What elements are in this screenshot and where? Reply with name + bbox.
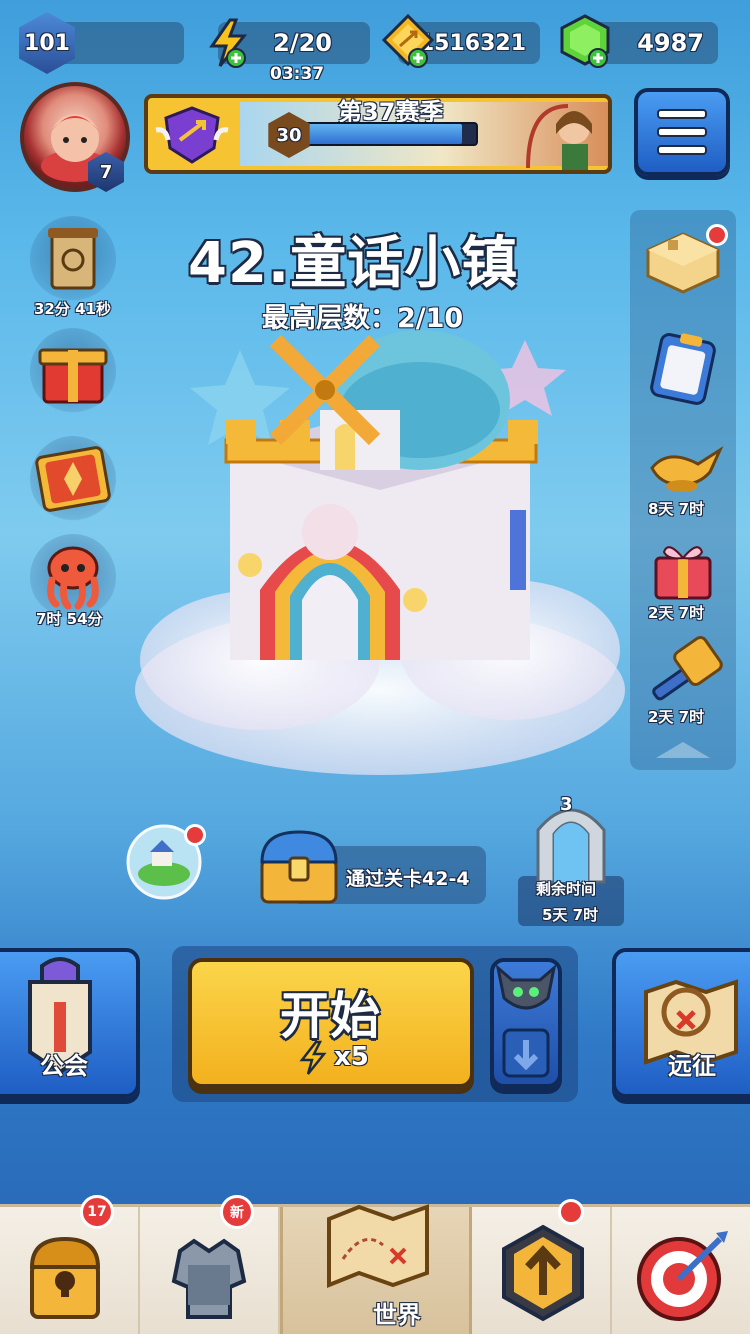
nav-armor[interactable]: 新 bbox=[140, 1195, 280, 1334]
portal-event-button[interactable]: 3 剩余时间 5天 7时 bbox=[518, 790, 624, 926]
octopus-timer: 7时 54分 bbox=[36, 610, 103, 628]
hammer-event-timer: 2天 7时 bbox=[648, 708, 705, 726]
energy-value: 2/20 bbox=[273, 29, 332, 57]
season-progress-track bbox=[298, 122, 478, 146]
gift-pile-icon bbox=[654, 546, 712, 600]
portal-count: 3 bbox=[560, 794, 573, 815]
gem-add-icon[interactable] bbox=[558, 14, 612, 70]
season-banner[interactable]: 第37赛季 30 bbox=[144, 94, 612, 174]
start-energy-icon bbox=[298, 1040, 328, 1076]
gift-icon bbox=[38, 348, 108, 404]
guild-label: 公会 bbox=[40, 1052, 88, 1080]
energy-add-icon[interactable] bbox=[206, 18, 250, 68]
nav-chest[interactable]: 17 bbox=[0, 1195, 140, 1334]
right-event-panel: 8天 7时 2天 7时 2天 7时 bbox=[630, 210, 736, 770]
gift-event-timer: 2天 7时 bbox=[648, 604, 705, 622]
demon-mask-icon bbox=[495, 964, 557, 1010]
expedition-label: 远征 bbox=[668, 1052, 716, 1080]
armor-badge: 新 bbox=[219, 1195, 254, 1229]
map-tile-button[interactable] bbox=[638, 220, 728, 300]
world-map-icon bbox=[326, 1204, 429, 1288]
guild-button[interactable]: 公会 bbox=[0, 948, 140, 1098]
treasure-chest-icon bbox=[254, 826, 344, 908]
upgrade-notification-dot bbox=[558, 1199, 585, 1225]
task-clipboard-button[interactable] bbox=[638, 326, 728, 406]
coins-value: 1516321 bbox=[418, 30, 526, 56]
hamburger-icon bbox=[657, 109, 707, 155]
card-pack-icon bbox=[35, 446, 111, 512]
energy-timer: 03:37 bbox=[270, 64, 325, 84]
vip-level-value: 7 bbox=[99, 161, 113, 183]
portal-remaining-time: 5天 7时 bbox=[542, 906, 599, 924]
bounty-scroll-button[interactable] bbox=[30, 216, 116, 302]
archery-target-icon bbox=[637, 1231, 729, 1321]
archer-hero-icon bbox=[518, 98, 608, 170]
start-button[interactable]: 开始 x5 bbox=[188, 958, 474, 1088]
world-label: 世界 bbox=[372, 1301, 421, 1329]
map-tile-notification-dot bbox=[706, 224, 728, 246]
bottom-nav: 17 新 世界 bbox=[0, 1195, 750, 1334]
start-cost: x5 bbox=[334, 1042, 369, 1072]
chest-badge: 17 bbox=[80, 1195, 114, 1229]
collapse-arrow-icon[interactable] bbox=[650, 734, 716, 764]
coin-add-icon[interactable] bbox=[381, 13, 435, 70]
magic-lamp-icon bbox=[650, 446, 724, 492]
gems-value: 4987 bbox=[637, 29, 704, 57]
locked-chest-icon bbox=[29, 1236, 101, 1319]
gift-box-button[interactable] bbox=[30, 328, 116, 414]
magic-lamp-timer: 8天 7时 bbox=[648, 500, 705, 518]
armor-icon bbox=[171, 1238, 247, 1319]
nav-archery[interactable] bbox=[612, 1207, 750, 1334]
top-bar: 101 2/20 03:37 1516321 4987 bbox=[0, 0, 750, 84]
stage-reward-label: 通过关卡42-4 bbox=[346, 868, 470, 890]
start-label: 开始 bbox=[280, 987, 380, 1045]
world-globe-button[interactable] bbox=[124, 822, 206, 902]
expedition-button[interactable]: 远征 bbox=[612, 948, 750, 1098]
level-value: 101 bbox=[24, 30, 70, 56]
boss-select-button[interactable] bbox=[490, 958, 562, 1088]
upgrade-arrow-icon bbox=[502, 1224, 585, 1322]
main-menu-button[interactable] bbox=[634, 88, 730, 176]
clipboard-icon bbox=[650, 333, 716, 405]
magic-lamp-button[interactable] bbox=[638, 428, 728, 498]
season-tier: 30 bbox=[276, 124, 302, 146]
gift-event-button[interactable] bbox=[638, 530, 728, 604]
season-progress-fill bbox=[300, 124, 462, 144]
castle-island-icon bbox=[135, 330, 625, 775]
hammer-icon bbox=[652, 635, 723, 701]
portal-remaining-label: 剩余时间 bbox=[536, 880, 597, 898]
bounty-timer: 32分 41秒 bbox=[34, 300, 111, 318]
nav-world[interactable]: 世界 bbox=[279, 1204, 473, 1334]
fairy-town-castle[interactable] bbox=[130, 300, 630, 780]
scroll-icon bbox=[48, 228, 98, 290]
stage-title: 42.童话小镇 bbox=[188, 231, 519, 296]
card-pack-button[interactable] bbox=[30, 436, 116, 522]
nav-upgrade[interactable] bbox=[472, 1199, 613, 1334]
world-globe-notification-dot bbox=[184, 824, 206, 846]
hammer-event-button[interactable] bbox=[638, 634, 728, 708]
down-arrow-icon bbox=[502, 1028, 550, 1078]
season-emblem-icon bbox=[152, 100, 232, 170]
